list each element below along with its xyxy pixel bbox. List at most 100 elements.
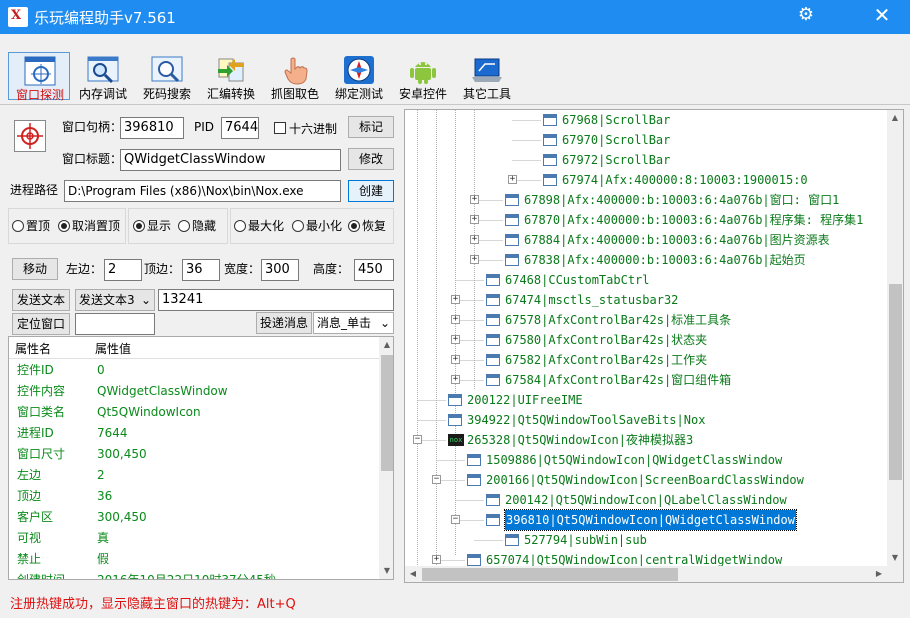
- create-button[interactable]: 创建: [348, 180, 394, 202]
- hex-checkbox[interactable]: [274, 122, 286, 134]
- expand-icon[interactable]: +: [451, 295, 460, 304]
- expand-icon[interactable]: +: [432, 555, 441, 564]
- expand-icon[interactable]: +: [470, 215, 479, 224]
- send-text-button[interactable]: 发送文本: [12, 289, 70, 311]
- locate-window-button[interactable]: 定位窗口: [12, 313, 70, 335]
- expand-icon[interactable]: +: [470, 255, 479, 264]
- tree-node[interactable]: +67838|Afx:400000:b:10003:6:4a076b|起始页: [405, 250, 887, 270]
- tree-node[interactable]: 67468|CCustomTabCtrl: [405, 270, 887, 290]
- modify-button[interactable]: 修改: [348, 148, 394, 170]
- tree-node[interactable]: − nox 265328|Qt5QWindowIcon|夜神模拟器3: [405, 430, 887, 450]
- scroll-thumb[interactable]: [889, 284, 902, 480]
- tree-node[interactable]: +67898|Afx:400000:b:10003:6:4a076b|窗口: 窗…: [405, 190, 887, 210]
- collapse-icon[interactable]: −: [413, 435, 422, 444]
- tree-node[interactable]: +67884|Afx:400000:b:10003:6:4a076b|图片资源表: [405, 230, 887, 250]
- tool-bind-test[interactable]: 绑定测试: [328, 52, 390, 101]
- tree-node[interactable]: 1509886|Qt5QWindowIcon|QWidgetClassWindo…: [405, 450, 887, 470]
- collapse-icon[interactable]: −: [432, 475, 441, 484]
- width-input[interactable]: 300: [261, 259, 299, 281]
- property-row[interactable]: 左边 2: [9, 465, 379, 486]
- property-row[interactable]: 窗口尺寸 300,450: [9, 444, 379, 465]
- process-path-input[interactable]: D:\Program Files (x86)\Nox\bin\Nox.exe: [64, 180, 341, 202]
- property-row[interactable]: 控件内容 QWidgetClassWindow: [9, 381, 379, 402]
- property-row[interactable]: 控件ID 0: [9, 360, 379, 381]
- property-row[interactable]: 窗口类名 Qt5QWindowIcon: [9, 402, 379, 423]
- tree-node[interactable]: 394922|Qt5QWindowToolSaveBits|Nox: [405, 410, 887, 430]
- mark-button[interactable]: 标记: [348, 116, 394, 138]
- scroll-left-icon[interactable]: ◀: [405, 566, 421, 582]
- close-icon[interactable]: ✕: [870, 4, 894, 28]
- property-row[interactable]: 可视真: [9, 528, 379, 549]
- post-message-button[interactable]: 投递消息: [256, 312, 312, 334]
- locate-input[interactable]: [75, 313, 155, 335]
- scroll-thumb[interactable]: [422, 568, 678, 581]
- tree-node[interactable]: 200122|UIFreeIME: [405, 390, 887, 410]
- tree-node[interactable]: +67582|AfxControlBar42s|工作夹: [405, 350, 887, 370]
- tree-node[interactable]: 67968|ScrollBar: [405, 110, 887, 130]
- window-title-input[interactable]: QWidgetClassWindow: [120, 149, 341, 171]
- height-input[interactable]: 450: [354, 259, 394, 281]
- tree-vertical-scrollbar[interactable]: ▲ ▼: [887, 110, 903, 566]
- scroll-down-icon[interactable]: ▼: [887, 550, 903, 566]
- collapse-icon[interactable]: −: [451, 515, 460, 524]
- tree-node[interactable]: 67970|ScrollBar: [405, 130, 887, 150]
- property-row[interactable]: 顶边 36: [9, 486, 379, 507]
- expand-icon[interactable]: +: [508, 175, 517, 184]
- tree-node[interactable]: +67584|AfxControlBar42s|窗口组件箱: [405, 370, 887, 390]
- tree-node[interactable]: +67474|msctls_statusbar32: [405, 290, 887, 310]
- hide-radio[interactable]: [178, 220, 190, 232]
- crosshair-probe-icon[interactable]: [14, 120, 46, 152]
- tree-node-selected[interactable]: − 396810|Qt5QWindowIcon|QWidgetClassWindo…: [405, 509, 887, 531]
- move-button[interactable]: 移动: [12, 258, 58, 280]
- left-input[interactable]: 2: [104, 259, 142, 281]
- tree-node[interactable]: +67870|Afx:400000:b:10003:6:4a076b|程序集: …: [405, 210, 887, 230]
- untopmost-radio[interactable]: [58, 220, 70, 232]
- window-tree[interactable]: 67968|ScrollBar 67970|ScrollBar 67972|Scro…: [404, 109, 904, 583]
- tree-node[interactable]: − 200166|Qt5QWindowIcon|ScreenBoardClassW…: [405, 470, 887, 490]
- tree-node[interactable]: 200142|Qt5QWindowIcon|QLabelClassWindow: [405, 490, 887, 510]
- message-type-select[interactable]: 消息_单击 ⌄: [313, 312, 394, 334]
- pid-input[interactable]: 7644: [221, 117, 259, 139]
- expand-icon[interactable]: +: [451, 375, 460, 384]
- property-list[interactable]: 属性名 属性值 控件ID 0 控件内容 QWidgetClassWindow 窗口类…: [8, 336, 394, 580]
- property-row[interactable]: 禁止假: [9, 549, 379, 570]
- property-row[interactable]: 进程ID 7644: [9, 423, 379, 444]
- minimize-radio[interactable]: [292, 220, 304, 232]
- tree-node[interactable]: 67972|ScrollBar: [405, 150, 887, 170]
- expand-icon[interactable]: +: [451, 335, 460, 344]
- tree-node-label: 527794|subWin|sub: [524, 533, 647, 547]
- scroll-thumb[interactable]: [381, 355, 393, 471]
- maximize-radio[interactable]: [234, 220, 246, 232]
- property-row[interactable]: 客户区 300,450: [9, 507, 379, 528]
- top-input[interactable]: 36: [182, 259, 220, 281]
- tool-window-probe[interactable]: 窗口探测: [8, 52, 70, 102]
- tree-node[interactable]: +67580|AfxControlBar42s|状态夹: [405, 330, 887, 350]
- restore-radio[interactable]: [348, 220, 360, 232]
- tool-pick-color[interactable]: 抓图取色: [264, 52, 326, 101]
- scroll-down-icon[interactable]: ▼: [379, 563, 393, 579]
- gear-icon[interactable]: ⚙: [796, 5, 816, 25]
- send-text-input[interactable]: 13241: [158, 289, 394, 311]
- tree-node[interactable]: 527794|subWin|sub: [405, 530, 887, 550]
- scroll-up-icon[interactable]: ▲: [887, 110, 903, 126]
- property-row[interactable]: 创建时间 2016年10月22日10时37分45秒: [9, 570, 379, 579]
- tool-android-control[interactable]: 安卓控件: [392, 52, 454, 101]
- tree-node[interactable]: +67578|AfxControlBar42s|标准工具条: [405, 310, 887, 330]
- tool-memory-debug[interactable]: 内存调试: [72, 52, 134, 101]
- tree-node[interactable]: +67974|Afx:400000:8:10003:1900015:0: [405, 170, 887, 190]
- handle-input[interactable]: 396810: [120, 117, 184, 139]
- scroll-right-icon[interactable]: ▶: [871, 566, 887, 582]
- send-mode-select[interactable]: 发送文本3 ⌄: [75, 289, 155, 311]
- expand-icon[interactable]: +: [451, 355, 460, 364]
- expand-icon[interactable]: +: [451, 315, 460, 324]
- expand-icon[interactable]: +: [470, 195, 479, 204]
- tool-asm-convert[interactable]: 汇编转换: [200, 52, 262, 101]
- topmost-radio[interactable]: [12, 220, 24, 232]
- show-radio[interactable]: [133, 220, 145, 232]
- property-scrollbar[interactable]: ▲ ▼: [379, 337, 393, 579]
- scroll-up-icon[interactable]: ▲: [379, 337, 393, 353]
- expand-icon[interactable]: +: [470, 235, 479, 244]
- tree-horizontal-scrollbar[interactable]: ◀ ▶: [405, 566, 887, 582]
- tool-deadcode-search[interactable]: 死码搜索: [136, 52, 198, 101]
- tool-other-tools[interactable]: 其它工具: [456, 52, 518, 101]
